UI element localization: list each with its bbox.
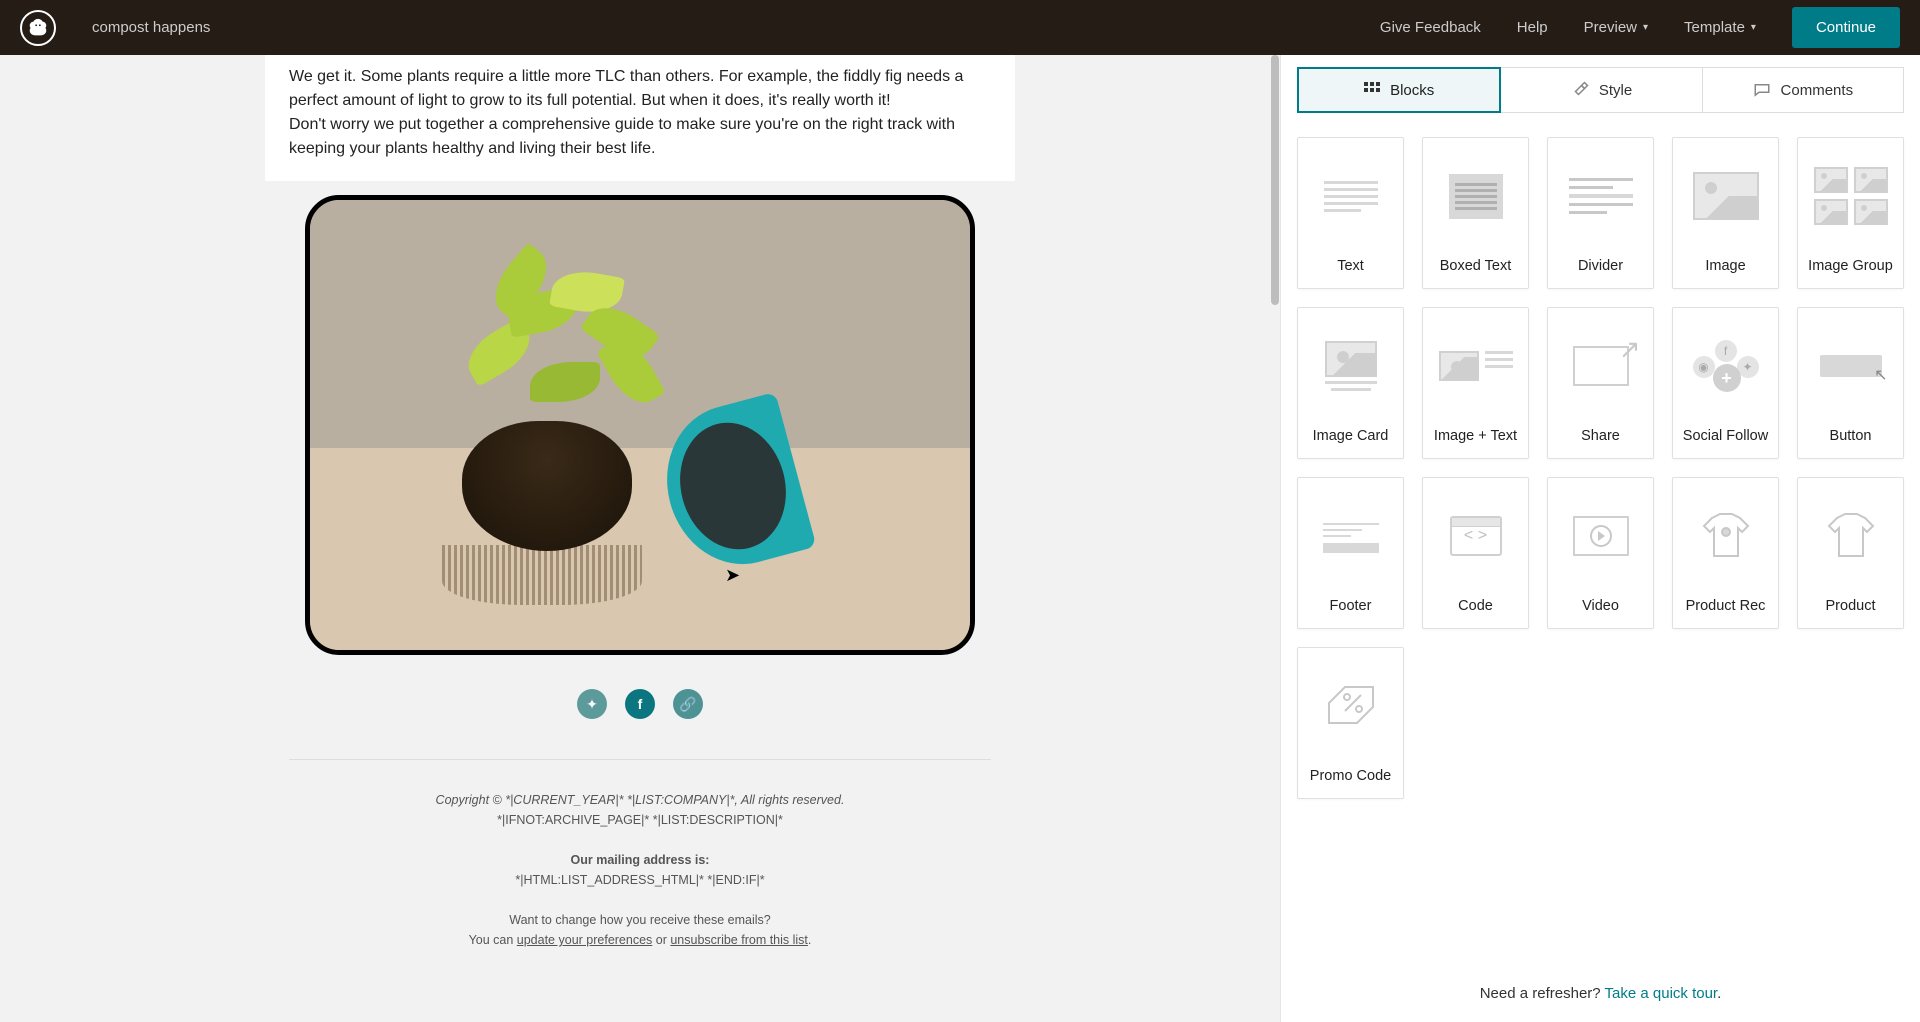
- text-icon: [1298, 138, 1403, 254]
- sidebar-tabs: Blocks Style Comments: [1281, 55, 1920, 113]
- share-icon: ↗: [1548, 308, 1653, 424]
- block-promo-code[interactable]: Promo Code: [1297, 647, 1404, 799]
- copyright-text: Copyright © *|CURRENT_YEAR|* *|LIST:COMP…: [436, 793, 845, 807]
- video-icon: [1548, 478, 1653, 594]
- button-icon: ↖: [1798, 308, 1903, 424]
- block-product[interactable]: Product: [1797, 477, 1904, 629]
- link-icon[interactable]: 🔗: [673, 689, 703, 719]
- paintbrush-icon: [1571, 81, 1589, 99]
- archive-text: *|IFNOT:ARCHIVE_PAGE|* *|LIST:DESCRIPTIO…: [289, 810, 991, 830]
- block-text[interactable]: Text: [1297, 137, 1404, 289]
- unsubscribe-link[interactable]: unsubscribe from this list: [670, 933, 808, 947]
- block-social-follow[interactable]: f◉✦+ Social Follow: [1672, 307, 1779, 459]
- grid-icon: [1364, 82, 1380, 98]
- tab-style[interactable]: Style: [1501, 67, 1702, 113]
- image-card-icon: [1298, 308, 1403, 424]
- mailchimp-logo[interactable]: [20, 10, 56, 46]
- change-prefs-line: You can update your preferences or unsub…: [289, 930, 991, 950]
- promo-code-icon: [1298, 648, 1403, 764]
- refresher-hint: Need a refresher? Take a quick tour.: [1281, 985, 1920, 1022]
- preview-dropdown[interactable]: Preview▾: [1584, 19, 1648, 36]
- block-image-card[interactable]: Image Card: [1297, 307, 1404, 459]
- product-rec-icon: [1673, 478, 1778, 594]
- comment-icon: [1753, 81, 1771, 99]
- block-footer[interactable]: Footer: [1297, 477, 1404, 629]
- scrollbar[interactable]: [1270, 55, 1280, 1022]
- image-group-icon: [1798, 138, 1903, 254]
- campaign-name[interactable]: compost happens: [92, 19, 210, 36]
- block-code[interactable]: < > Code: [1422, 477, 1529, 629]
- block-product-rec[interactable]: Product Rec: [1672, 477, 1779, 629]
- editor-sidebar: Blocks Style Comments Text Boxed Text: [1280, 55, 1920, 1022]
- body-paragraph-1: We get it. Some plants require a little …: [289, 65, 991, 113]
- image-text-icon: [1423, 308, 1528, 424]
- give-feedback-link[interactable]: Give Feedback: [1380, 19, 1481, 36]
- chevron-down-icon: ▾: [1751, 22, 1756, 33]
- twitter-icon[interactable]: ✦: [577, 689, 607, 719]
- mailing-address-label: Our mailing address is:: [289, 850, 991, 870]
- block-share[interactable]: ↗ Share: [1547, 307, 1654, 459]
- image-icon: [1673, 138, 1778, 254]
- block-button[interactable]: ↖ Button: [1797, 307, 1904, 459]
- continue-button[interactable]: Continue: [1792, 7, 1900, 48]
- freddie-icon: [27, 17, 49, 39]
- body-paragraph-2: Don't worry we put together a comprehens…: [289, 113, 991, 161]
- code-icon: < >: [1423, 478, 1528, 594]
- footer-icon: [1298, 478, 1403, 594]
- text-block[interactable]: We get it. Some plants require a little …: [265, 55, 1015, 181]
- quick-tour-link[interactable]: Take a quick tour: [1605, 985, 1718, 1002]
- block-image[interactable]: Image: [1672, 137, 1779, 289]
- tab-blocks[interactable]: Blocks: [1297, 67, 1501, 113]
- tab-comments[interactable]: Comments: [1703, 67, 1904, 113]
- block-divider[interactable]: Divider: [1547, 137, 1654, 289]
- block-boxed-text[interactable]: Boxed Text: [1422, 137, 1529, 289]
- app-header: compost happens Give Feedback Help Previ…: [0, 0, 1920, 55]
- facebook-icon[interactable]: f: [625, 689, 655, 719]
- footer-divider: [289, 759, 991, 760]
- update-preferences-link[interactable]: update your preferences: [517, 933, 653, 947]
- block-image-text[interactable]: Image + Text: [1422, 307, 1529, 459]
- boxed-text-icon: [1423, 138, 1528, 254]
- change-prefs-question: Want to change how you receive these ema…: [289, 910, 991, 930]
- template-dropdown[interactable]: Template▾: [1684, 19, 1756, 36]
- plant-image: [305, 195, 975, 655]
- help-link[interactable]: Help: [1517, 19, 1548, 36]
- product-icon: [1798, 478, 1903, 594]
- block-image-group[interactable]: Image Group: [1797, 137, 1904, 289]
- mailing-address: *|HTML:LIST_ADDRESS_HTML|* *|END:IF|*: [289, 870, 991, 890]
- divider-icon: [1548, 138, 1653, 254]
- image-block[interactable]: [265, 195, 1015, 675]
- social-follow-icon: f◉✦+: [1673, 308, 1778, 424]
- chevron-down-icon: ▾: [1643, 22, 1648, 33]
- email-canvas[interactable]: We get it. Some plants require a little …: [0, 55, 1280, 1022]
- blocks-panel: Text Boxed Text Divider Image Image Grou…: [1281, 113, 1920, 985]
- block-video[interactable]: Video: [1547, 477, 1654, 629]
- social-block[interactable]: ✦ f 🔗: [265, 675, 1015, 759]
- footer-block[interactable]: Copyright © *|CURRENT_YEAR|* *|LIST:COMP…: [265, 790, 1015, 990]
